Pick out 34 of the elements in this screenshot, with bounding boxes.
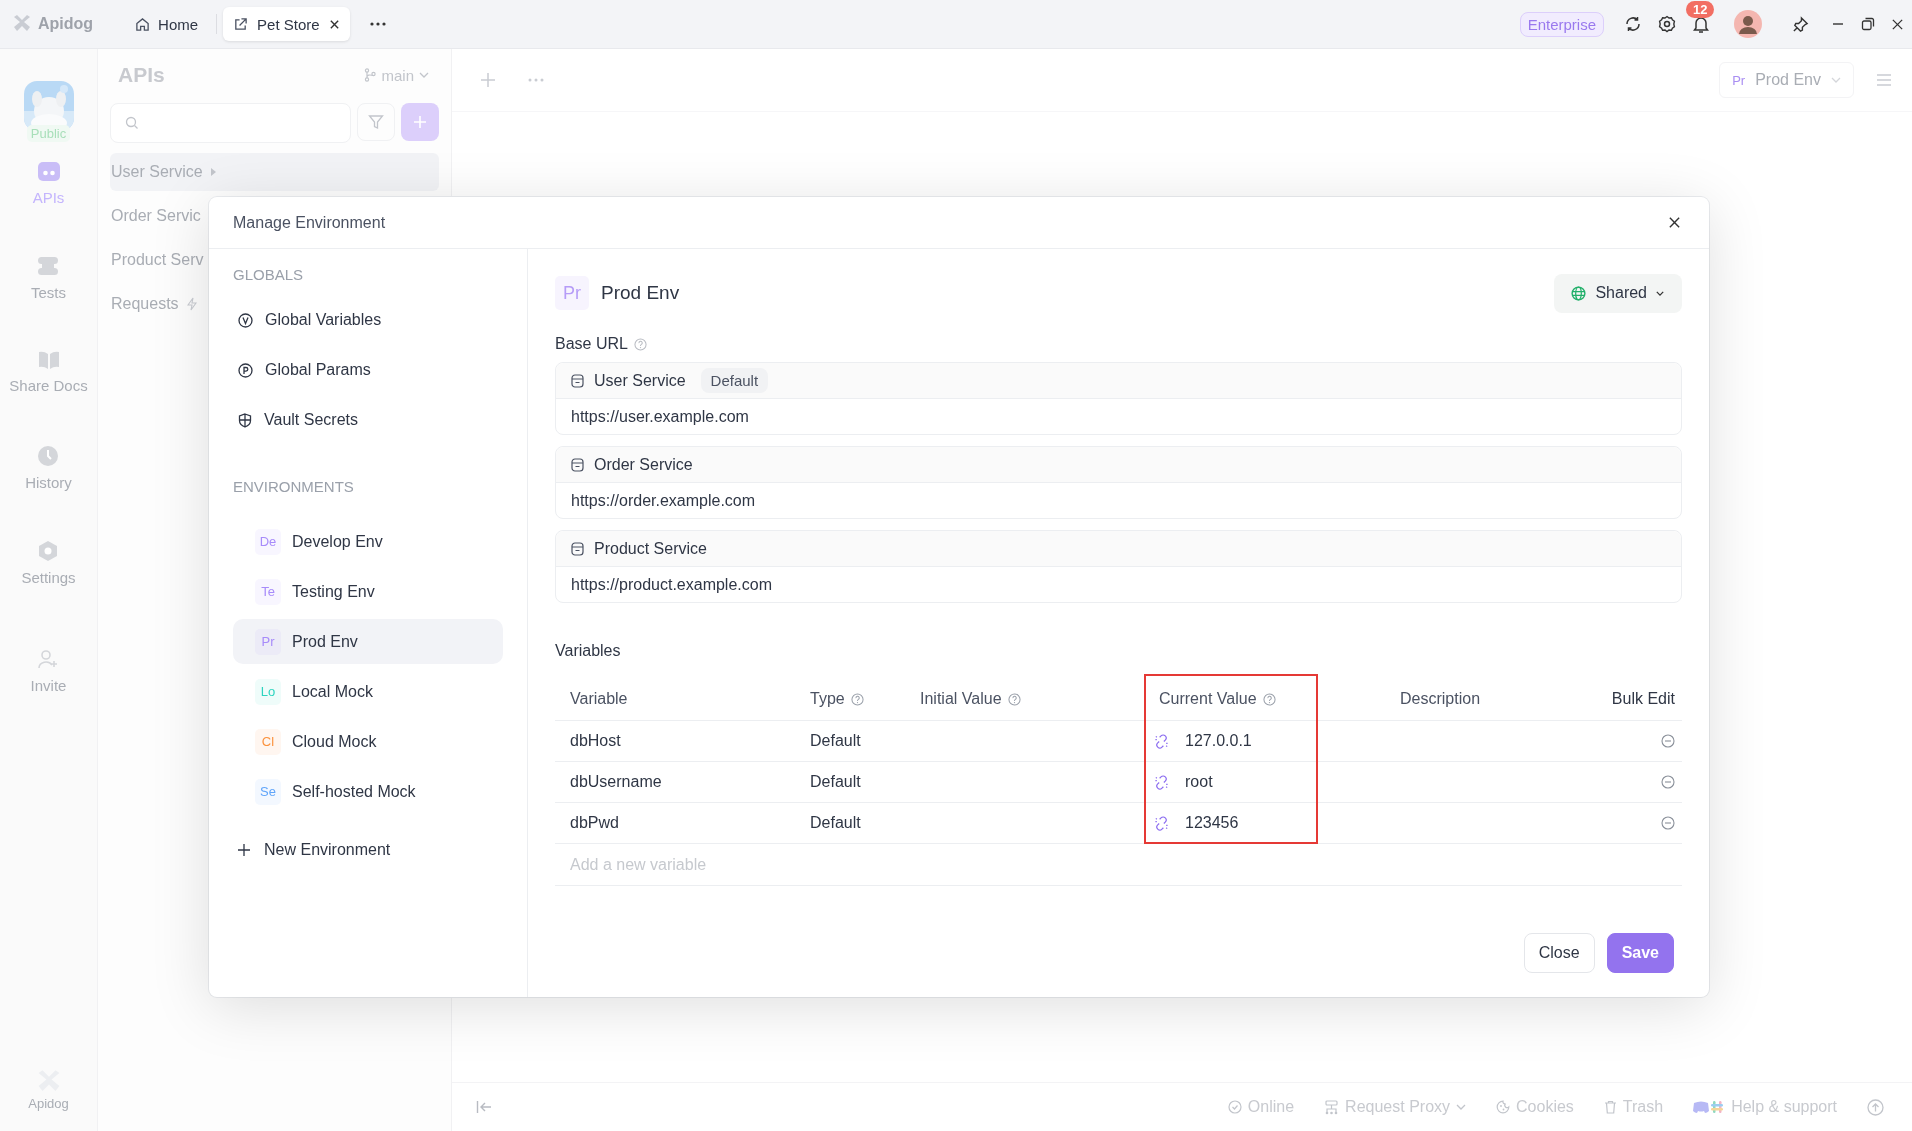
environment-badge: Lo xyxy=(255,678,281,705)
table-cell: 123456 xyxy=(1185,814,1239,832)
service-name: Order Service xyxy=(594,455,693,474)
table-cell: dbHost xyxy=(570,732,621,750)
public-badge: Public xyxy=(26,125,71,142)
dialog-title: Manage Environment xyxy=(233,213,386,232)
column-header: Initial Value xyxy=(920,690,1002,708)
environment-badge: Pr xyxy=(255,628,281,655)
column-header: Description xyxy=(1400,690,1481,708)
table-cell: dbPwd xyxy=(570,814,619,832)
section-heading: GLOBALS xyxy=(233,266,304,285)
app-name: Apidog xyxy=(38,15,94,33)
section-label: Variables xyxy=(555,642,622,660)
environment-badge: Te xyxy=(255,578,281,605)
column-header: Type xyxy=(810,690,845,708)
environment-badge: Se xyxy=(255,778,281,805)
column-header: Current Value xyxy=(1159,690,1257,708)
environment-badge: Pr xyxy=(555,276,589,310)
service-name: User Service xyxy=(594,371,686,390)
service-name: Product Service xyxy=(594,539,707,558)
table-cell: dbUsername xyxy=(570,773,662,791)
table-cell: 127.0.0.1 xyxy=(1185,732,1252,750)
table-cell: Default xyxy=(810,773,861,791)
default-tag: Default xyxy=(700,368,769,393)
notification-badge: 12 xyxy=(1686,0,1715,18)
section-heading: ENVIRONMENTS xyxy=(233,478,354,497)
environment-badge: Cl xyxy=(255,728,281,755)
column-header: Variable xyxy=(570,690,628,708)
table-cell: Default xyxy=(810,814,861,832)
brand-name: Apidog xyxy=(28,1096,69,1111)
table-cell: root xyxy=(1185,773,1213,791)
table-cell: Default xyxy=(810,732,861,750)
environment-badge: De xyxy=(255,528,281,555)
section-label: Base URL xyxy=(555,335,628,353)
